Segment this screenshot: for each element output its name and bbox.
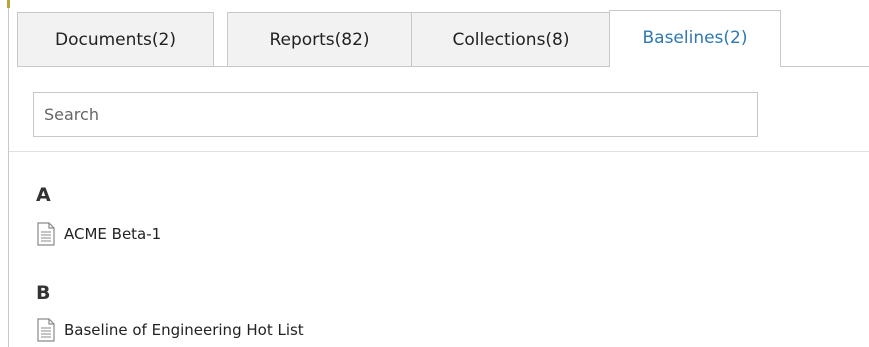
- tab-documents[interactable]: Documents(2): [17, 12, 214, 66]
- list-item[interactable]: ACME Beta-1: [36, 222, 161, 246]
- search-bar: [33, 92, 758, 137]
- tab-reports[interactable]: Reports(82): [227, 12, 412, 66]
- tab-bar: Documents(2) Reports(82) Collections(8) …: [17, 10, 869, 67]
- document-icon: [37, 318, 55, 342]
- document-icon: [37, 222, 55, 246]
- group-header-b: B: [36, 282, 51, 304]
- tab-collections[interactable]: Collections(8): [411, 12, 611, 66]
- panel-corner-marker: [7, 0, 10, 8]
- list-item-label: ACME Beta-1: [64, 225, 162, 243]
- list-separator: [9, 151, 869, 152]
- tab-baselines[interactable]: Baselines(2): [609, 10, 781, 67]
- list-item-label: Baseline of Engineering Hot List: [64, 321, 304, 339]
- panel-left-border: [8, 0, 9, 347]
- group-header-a: A: [36, 184, 51, 206]
- list-item[interactable]: Baseline of Engineering Hot List: [36, 318, 304, 342]
- search-input[interactable]: [33, 92, 758, 137]
